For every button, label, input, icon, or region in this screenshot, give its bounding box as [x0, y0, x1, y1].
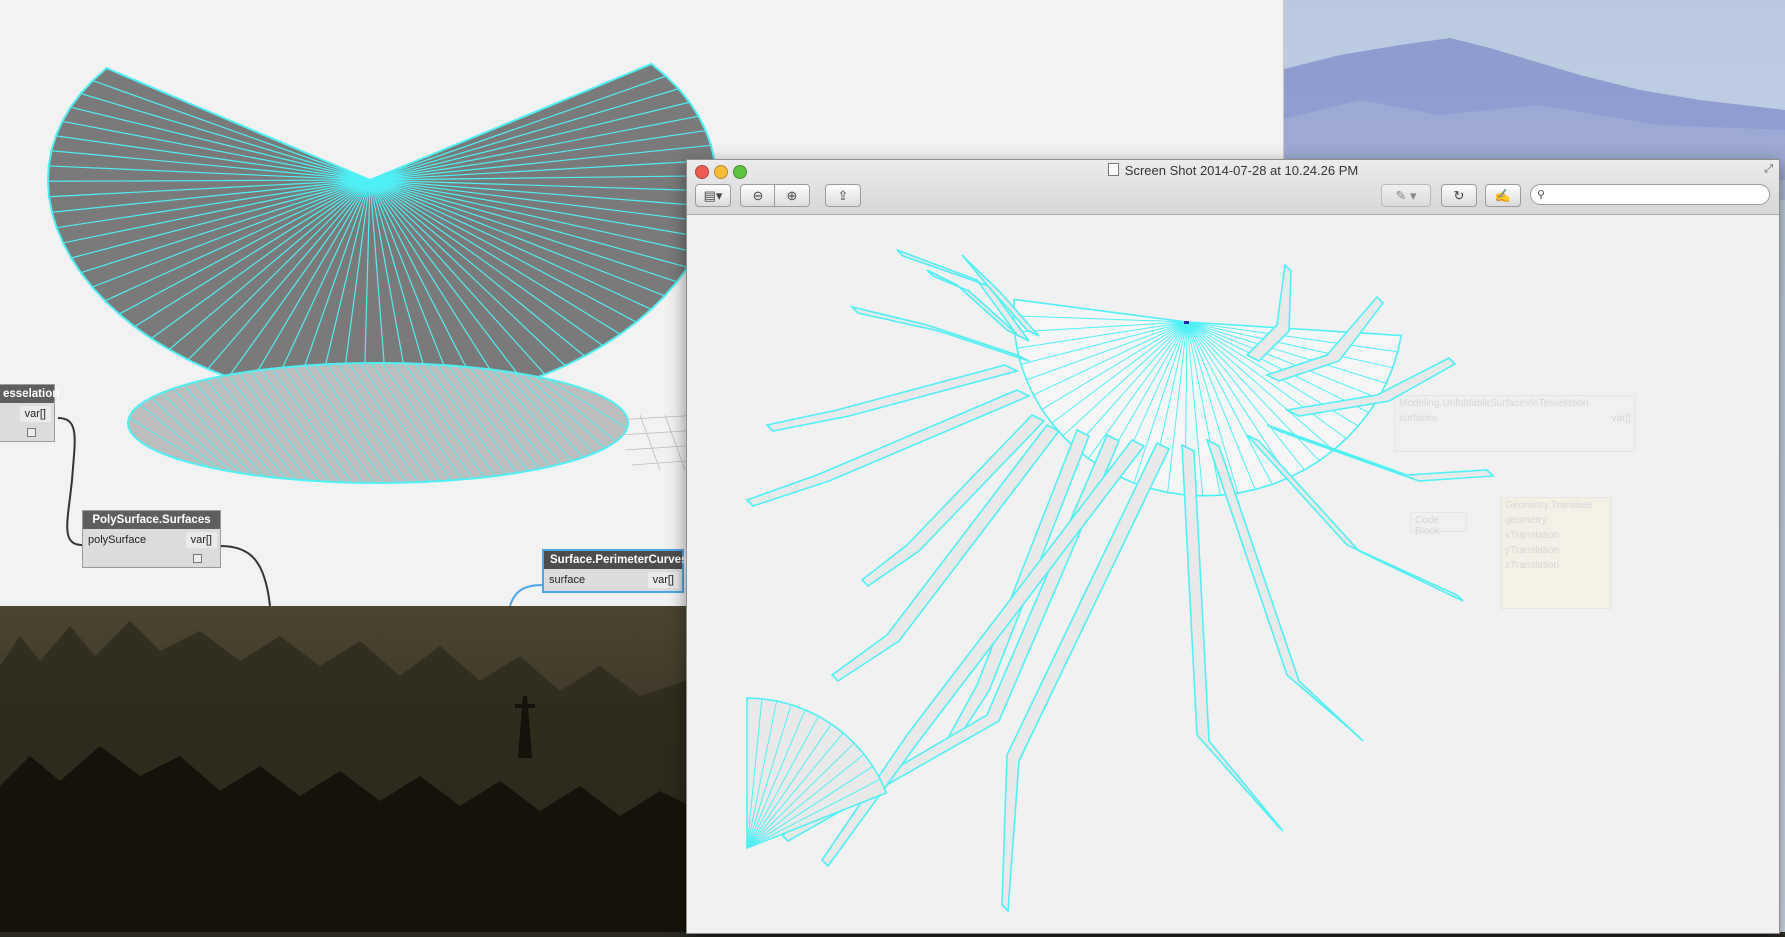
rotate-button[interactable]: ↻: [1441, 184, 1477, 207]
search-field[interactable]: ⚲: [1530, 184, 1770, 205]
zoom-in-button[interactable]: ⊕: [774, 184, 810, 207]
search-icon: ⚲: [1537, 189, 1546, 201]
node-title: PolySurface.Surfaces: [83, 511, 220, 529]
forest-silhouette: [0, 621, 700, 932]
input-port[interactable]: surface: [544, 574, 585, 586]
zoom-out-button[interactable]: ⊖: [740, 184, 776, 207]
pen-icon: ✎ ▾: [1395, 187, 1417, 203]
document-icon: [1107, 163, 1119, 176]
output-port[interactable]: var[]: [19, 406, 51, 422]
share-button[interactable]: ⇪: [825, 184, 861, 207]
surface-perimetercurves-node[interactable]: Surface.PerimeterCurves surface var[]: [543, 550, 687, 592]
fan-surface-dark: [46, 62, 718, 406]
strip-surface: [745, 389, 1031, 507]
tesselation-node[interactable]: esselation var[]: [0, 384, 59, 442]
origin-marker: [1184, 321, 1189, 324]
annotate-button[interactable]: ✎ ▾: [1381, 184, 1431, 207]
input-port[interactable]: polySurface: [83, 534, 146, 546]
polysurface-surfaces-node[interactable]: PolySurface.Surfaces polySurface var[]: [82, 510, 221, 568]
connector-wire[interactable]: [57, 417, 83, 546]
edit-icon: ✍: [1494, 187, 1512, 203]
preview-window[interactable]: Screen Shot 2014-07-28 at 10.24.26 PM ⤢ …: [686, 159, 1780, 934]
strip-surface: [1205, 438, 1364, 742]
output-port[interactable]: var[]: [647, 572, 679, 588]
zoom-in-icon: ⊕: [786, 187, 798, 203]
sidebar-icon: ▤▾: [703, 187, 723, 203]
window-titlebar[interactable]: Screen Shot 2014-07-28 at 10.24.26 PM ⤢ …: [687, 160, 1779, 215]
fullscreen-icon[interactable]: ⤢: [1764, 163, 1773, 176]
connector-wire-selected[interactable]: [509, 584, 544, 606]
strip-surface: [765, 364, 1020, 432]
connector-wire[interactable]: [219, 545, 271, 606]
ellipse-surface-light: [127, 362, 629, 484]
desktop-background-forest: [0, 606, 700, 932]
edit-button[interactable]: ✍: [1485, 184, 1521, 207]
preview-checkbox[interactable]: [27, 428, 36, 437]
window-title-text: Screen Shot 2014-07-28 at 10.24.26 PM: [1124, 163, 1359, 178]
node-title: esselation: [0, 385, 59, 403]
window-title: Screen Shot 2014-07-28 at 10.24.26 PM: [687, 163, 1779, 178]
sidebar-button[interactable]: ▤▾: [695, 184, 731, 207]
node-title: Surface.PerimeterCurves: [544, 551, 687, 569]
share-icon: ⇪: [837, 187, 849, 203]
output-port[interactable]: var[]: [185, 532, 217, 548]
zoom-out-icon: ⊖: [752, 187, 764, 203]
preview-image[interactable]: [687, 215, 1777, 931]
preview-checkbox[interactable]: [193, 554, 202, 563]
rotate-icon: ↻: [1453, 187, 1465, 203]
